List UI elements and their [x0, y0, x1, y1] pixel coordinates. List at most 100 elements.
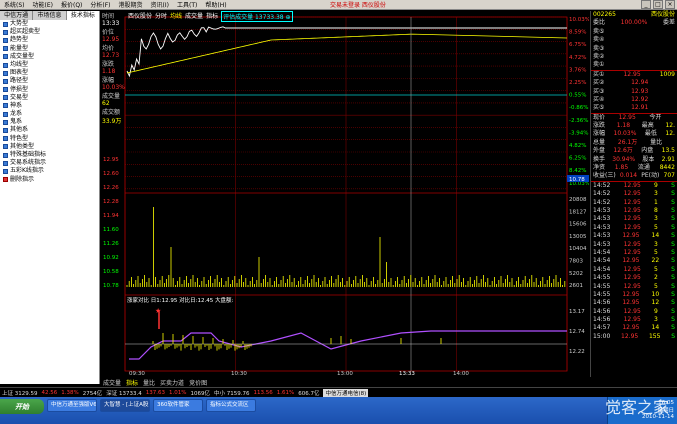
tick-price: 12.95 — [623, 282, 641, 290]
maximize-icon[interactable]: □ — [653, 0, 663, 9]
sell-level-row: 卖① — [591, 61, 677, 69]
indicator-category-item[interactable]: 路径型 — [0, 77, 99, 85]
buy-level-label: 买① — [593, 70, 605, 78]
menu-function[interactable]: 功能(E) — [29, 0, 57, 9]
tick-flag: S — [671, 265, 675, 273]
tick-price: 12.95 — [623, 274, 641, 282]
stat-value: 2.91 — [661, 155, 675, 163]
indicator-tick-label: 12.22 — [569, 349, 585, 355]
price-tick-label: 12.95 — [103, 157, 119, 163]
tick-row: 14:53 12.95 14 S — [591, 232, 677, 240]
indicator-category-item[interactable]: 成交量型 — [0, 53, 99, 61]
indicator-category-label: 停损型 — [10, 85, 29, 93]
bottom-tab-indicator[interactable]: 指标 — [126, 378, 138, 387]
pct-tick-label: 2.25% — [569, 80, 586, 86]
menu-analysis[interactable]: 分析(F) — [86, 0, 114, 9]
menu-help[interactable]: 帮助(H) — [201, 0, 230, 9]
tab-broker[interactable]: 中信万通 — [0, 11, 34, 20]
folder-icon — [3, 168, 8, 174]
chart-item-ma[interactable]: 均线 — [170, 11, 182, 22]
indicator-category-item[interactable]: 均线型 — [0, 61, 99, 69]
folder-icon — [3, 103, 8, 109]
chart-header: 西仪股份 分时 均线 成交量 指标 评估成交量 13733.38 ⊕ — [128, 11, 293, 22]
folder-icon — [3, 46, 8, 52]
time-tick-label: 09:30 — [129, 371, 145, 377]
minimize-icon[interactable]: _ — [641, 0, 651, 9]
menu-hk-futures[interactable]: 港股期货 — [115, 0, 147, 9]
pct-tick-label: 8.59% — [569, 30, 586, 36]
stat-row: 收益(三) 0.014 PE(动) 707 — [591, 172, 677, 180]
volume-tick-label: 10404 — [569, 246, 587, 252]
stat-row: 涨幅 10.03% 最低 12. — [591, 130, 677, 138]
chart-item-indicator[interactable]: 指标 — [206, 11, 218, 22]
price-label: 价位 — [102, 29, 115, 36]
tick-row: 14:52 12.95 3 S — [591, 190, 677, 198]
tick-volume: 8 — [654, 206, 658, 214]
indicator-category-item[interactable]: 神系 — [0, 102, 99, 110]
pct-tick-label: 3.76% — [569, 67, 586, 73]
indicator-category-item[interactable]: 能量型 — [0, 45, 99, 53]
indicator-category-item[interactable]: 特殊基础指标 — [0, 151, 99, 159]
tick-row: 14:56 12.95 9 S — [591, 308, 677, 316]
start-button[interactable]: 开始 — [0, 399, 44, 414]
tab-indicators[interactable]: 技术指标 — [66, 11, 100, 20]
tab-market-info[interactable]: 市场信息 — [33, 11, 67, 20]
tick-volume: 14 — [651, 232, 660, 240]
tick-price: 12.95 — [623, 240, 641, 248]
tick-flag: S — [671, 215, 675, 223]
pct-tick-label: 10.03% — [569, 17, 589, 23]
indicator-category-item[interactable]: 大势型 — [0, 20, 99, 28]
folder-icon — [3, 128, 8, 134]
indicator-category-item[interactable]: 停损型 — [0, 86, 99, 94]
stat-row: 外盘 12.6万 内盘 13.5 — [591, 147, 677, 155]
menu-info[interactable]: 资讯(I) — [147, 0, 173, 9]
tick-volume: 2 — [654, 274, 658, 282]
tick-row: 14:57 12.95 14 S — [591, 324, 677, 332]
menu-system[interactable]: 系统(S) — [0, 0, 29, 9]
pct-tick-label: -3.94% — [569, 130, 588, 136]
indicator-category-item[interactable]: 特色型 — [0, 135, 99, 143]
folder-icon — [3, 152, 8, 158]
bottom-tab-volume-ratio[interactable]: 量比 — [143, 378, 155, 387]
task-dzh-app[interactable]: 大智慧 - [上证A股] — [100, 399, 150, 412]
indicator-category-item[interactable]: 趋势型 — [0, 36, 99, 44]
price-tick-label: 12.60 — [103, 171, 119, 177]
indicator-category-item[interactable]: 删除指示 — [0, 176, 99, 184]
chart-item-volume[interactable]: 成交量 — [185, 11, 203, 22]
bottom-tab-buysell-force[interactable]: 买卖力道 — [160, 378, 184, 387]
indicator-category-label: 成交量型 — [10, 52, 35, 60]
time-tick-label: 14:00 — [453, 371, 469, 377]
pct-label: 涨幅 — [102, 77, 115, 84]
pct-tick-label: 0.55% — [569, 93, 586, 99]
indicator-category-item[interactable]: 五彩K线指示 — [0, 167, 99, 175]
menu-quote[interactable]: 报价(Q) — [57, 0, 86, 9]
buy-level-label: 买② — [593, 79, 605, 87]
indicator-category-label: 交易型 — [10, 93, 29, 101]
indicator-category-item[interactable]: 其他类型 — [0, 143, 99, 151]
intraday-chart[interactable]: 12.95 12.60 12.26 12.28 11.94 11.60 11.26 10.92… — [101, 11, 589, 377]
task-forum[interactable]: 指标公式交流区 — [206, 399, 256, 412]
task-broker-app[interactable]: 中信万通至强版V6 — [47, 399, 97, 412]
bottom-tab-auction[interactable]: 竞价图 — [189, 378, 207, 387]
stat-label: 总量 — [593, 138, 606, 146]
close-icon[interactable]: × — [665, 0, 675, 9]
tick-flag: S — [671, 332, 675, 340]
amount-value: 33.9万 — [102, 118, 122, 125]
status-item: 606.7亿 — [298, 390, 320, 397]
stat-value: 0.014 — [619, 172, 638, 180]
indicator-category-item[interactable]: 交易型 — [0, 94, 99, 102]
cursor-price-label: 10.78 — [569, 177, 585, 183]
indicator-category-label: 大势型 — [10, 20, 29, 27]
time-tick-label: 13:00 — [337, 371, 353, 377]
task-360-manager[interactable]: 360软件管家 — [153, 399, 203, 412]
tick-time: 14:52 — [593, 190, 611, 198]
stat-value: 8442 — [659, 164, 675, 172]
sell-level-row: 卖④ — [591, 36, 677, 44]
tick-flag: S — [671, 316, 675, 324]
menu-tools[interactable]: 工具(T) — [173, 0, 201, 9]
stat-value: 12. — [665, 130, 675, 138]
indicator-category-item[interactable]: 其他系 — [0, 126, 99, 134]
tick-time: 14:56 — [593, 316, 611, 324]
buy-level-label: 买⑤ — [593, 104, 605, 112]
bottom-tab-volume[interactable]: 成交量 — [103, 378, 121, 387]
